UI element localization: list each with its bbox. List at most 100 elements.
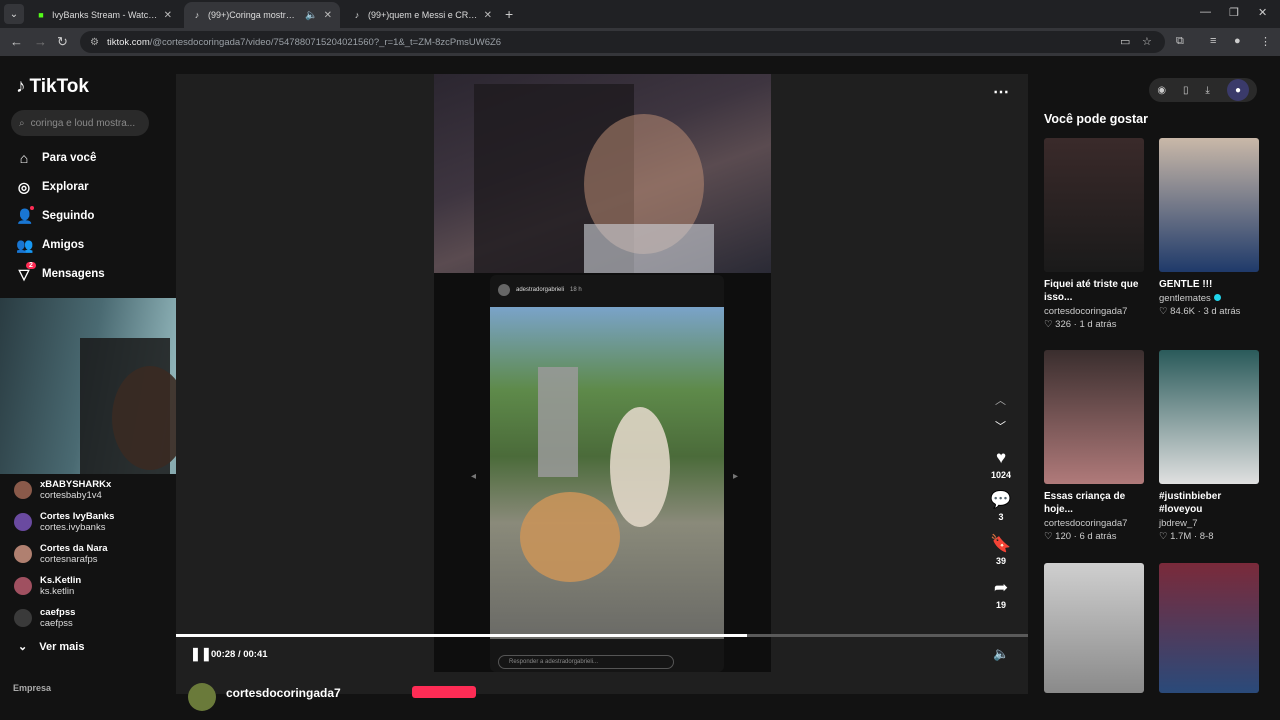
browser-tab-2[interactable]: ♪ (99+)Coringa mostrando o 🔈 ✕ bbox=[184, 2, 340, 28]
menu-item-explorar[interactable]: ◎ Explorar bbox=[16, 177, 89, 197]
recommendation-card[interactable]: #justinbieber #loveyou jbdrew_7 ♡ 1.7M ·… bbox=[1159, 350, 1259, 542]
browser-tab-bar: ⌄ ■ IvyBanks Stream - Watch Live o ✕ ♪ (… bbox=[0, 0, 1280, 28]
footer-empresa-link[interactable]: Empresa bbox=[13, 683, 51, 693]
video-thumbnail[interactable] bbox=[1044, 563, 1144, 693]
pause-icon[interactable]: ❚❚ bbox=[190, 646, 212, 662]
followed-account[interactable]: Ks.Ketlin ks.ketlin bbox=[14, 572, 81, 600]
progress-bar[interactable] bbox=[176, 634, 1028, 637]
card-author: gentlemates bbox=[1159, 293, 1211, 304]
account-name: xBABYSHARKx bbox=[40, 479, 112, 490]
followed-account[interactable]: Cortes da Nara cortesnarafps bbox=[14, 540, 108, 568]
recommendation-card[interactable]: Fiquei até triste que isso... cortesdoco… bbox=[1044, 138, 1144, 330]
see-more-button[interactable]: ⌄ Ver mais bbox=[18, 640, 84, 654]
card-author[interactable]: jbdrew_7 bbox=[1159, 518, 1259, 529]
avatar bbox=[14, 609, 32, 627]
avatar[interactable] bbox=[188, 683, 216, 711]
card-likes: 120 bbox=[1055, 531, 1072, 542]
back-icon[interactable]: ← bbox=[10, 34, 23, 49]
forward-icon[interactable]: → bbox=[34, 34, 47, 49]
video-thumbnail[interactable] bbox=[1159, 350, 1259, 484]
story-header: adestradorgabrieli 18 h bbox=[490, 275, 724, 305]
device-icon[interactable]: ▯ bbox=[1183, 85, 1189, 96]
followed-account[interactable]: Cortes IvyBanks cortes.ivybanks bbox=[14, 508, 114, 536]
following-icon: 👤 bbox=[16, 205, 34, 224]
coins-icon[interactable]: ◉ bbox=[1157, 85, 1166, 96]
tiktok-logo[interactable]: ♪ TikTok bbox=[16, 76, 89, 98]
card-author[interactable]: cortesdocoringada7 bbox=[1044, 306, 1144, 317]
volume-icon[interactable]: 🔈 bbox=[993, 646, 1009, 662]
close-tab-icon[interactable]: ✕ bbox=[164, 10, 172, 21]
bookmark-star-icon[interactable]: ☆ bbox=[1142, 35, 1152, 48]
menu-kebab-icon[interactable]: ⋮ bbox=[1260, 35, 1271, 48]
recommendation-card[interactable] bbox=[1159, 563, 1259, 693]
heart-outline-icon: ♡ bbox=[1159, 306, 1168, 317]
save-button[interactable]: 🔖 39 bbox=[985, 534, 1017, 566]
recommendation-card[interactable]: GENTLE !!! gentlemates ♡ 84.6K · 3 d atr… bbox=[1159, 138, 1259, 317]
menu-label: Para você bbox=[42, 152, 97, 164]
new-tab-button[interactable]: + bbox=[505, 6, 513, 22]
card-author[interactable]: cortesdocoringada7 bbox=[1044, 518, 1144, 529]
card-meta: ♡ 120 · 6 d atrás bbox=[1044, 531, 1117, 542]
time-total: 00:41 bbox=[243, 649, 268, 660]
close-tab-icon[interactable]: ✕ bbox=[484, 10, 492, 21]
browser-tab-3[interactable]: ♪ (99+)quem e Messi e CR7 perto ✕ bbox=[344, 2, 500, 28]
site-info-icon[interactable]: ⚙ bbox=[90, 37, 99, 48]
search-placeholder: coringa e loud mostra... bbox=[30, 117, 136, 129]
dogs-video-image bbox=[490, 307, 724, 639]
extensions-icon[interactable]: ⧉ bbox=[1176, 35, 1184, 48]
account-handle: ks.ketlin bbox=[40, 586, 75, 597]
restore-icon[interactable]: ❐ bbox=[1229, 6, 1239, 19]
tab-title: (99+)Coringa mostrando o bbox=[208, 10, 299, 20]
menu-item-seguindo[interactable]: 👤 Seguindo bbox=[16, 205, 94, 226]
download-icon[interactable]: ⤓ bbox=[1205, 85, 1209, 96]
card-title[interactable]: GENTLE !!! bbox=[1159, 278, 1259, 291]
avatar bbox=[14, 513, 32, 531]
profile-avatar-icon[interactable]: ● bbox=[1234, 35, 1241, 47]
card-title[interactable]: #justinbieber #loveyou bbox=[1159, 490, 1259, 516]
followed-account[interactable]: caefpss caefpss bbox=[14, 604, 75, 632]
like-count: 1024 bbox=[990, 470, 1012, 480]
menu-label: Amigos bbox=[42, 239, 85, 251]
search-input[interactable]: ⌕ coringa e loud mostra... bbox=[11, 110, 149, 136]
menu-item-mensagens[interactable]: ▽ 2 Mensagens bbox=[16, 261, 105, 284]
next-arrow-icon[interactable]: ▸ bbox=[733, 471, 738, 482]
prev-arrow-icon[interactable]: ◂ bbox=[471, 471, 476, 482]
share-button[interactable]: ➦ 19 bbox=[985, 578, 1017, 610]
address-toolbar: ← → ↻ ⚙ tiktok.com/@cortesdocoringada7/v… bbox=[0, 28, 1280, 56]
video-frame[interactable]: adestradorgabrieli 18 h Responder a ades… bbox=[434, 74, 771, 672]
follow-button[interactable] bbox=[412, 686, 476, 698]
more-options-icon[interactable]: ⋯ bbox=[993, 82, 1009, 102]
video-thumbnail[interactable] bbox=[1044, 138, 1144, 272]
recommendation-card[interactable] bbox=[1044, 563, 1144, 693]
comment-button[interactable]: 💬 3 bbox=[985, 490, 1017, 522]
address-bar[interactable]: ⚙ tiktok.com/@cortesdocoringada7/video/7… bbox=[80, 31, 1165, 53]
user-avatar[interactable]: ● bbox=[1227, 79, 1249, 101]
cast-icon[interactable]: ▭ bbox=[1120, 35, 1130, 48]
menu-item-para-voce[interactable]: ⌂ Para você bbox=[16, 148, 97, 168]
author-name[interactable]: cortesdocoringada7 bbox=[226, 686, 341, 700]
menu-item-amigos[interactable]: 👥 Amigos bbox=[16, 235, 84, 255]
reload-icon[interactable]: ↻ bbox=[57, 34, 68, 50]
video-thumbnail[interactable] bbox=[1159, 563, 1259, 693]
close-window-icon[interactable]: ✕ bbox=[1258, 6, 1267, 19]
recommendation-card[interactable]: Essas criança de hoje... cortesdocoringa… bbox=[1044, 350, 1144, 542]
card-title[interactable]: Essas criança de hoje... bbox=[1044, 490, 1144, 516]
card-title[interactable]: Fiquei até triste que isso... bbox=[1044, 278, 1144, 304]
like-button[interactable]: ♥ 1024 bbox=[985, 448, 1017, 480]
followed-account[interactable]: xBABYSHARKx cortesbaby1v4 bbox=[14, 476, 111, 504]
tab-search-chevron-icon[interactable]: ⌄ bbox=[4, 4, 24, 24]
tab-title: (99+)quem e Messi e CR7 perto bbox=[368, 10, 478, 20]
card-author-row[interactable]: gentlemates bbox=[1159, 293, 1259, 304]
home-icon: ⌂ bbox=[19, 150, 29, 166]
video-thumbnail[interactable] bbox=[1159, 138, 1259, 272]
browser-tab-1[interactable]: ■ IvyBanks Stream - Watch Live o ✕ bbox=[28, 2, 180, 28]
close-tab-icon[interactable]: ✕ bbox=[324, 10, 332, 21]
card-meta: ♡ 326 · 1 d atrás bbox=[1044, 319, 1117, 330]
chevron-up-icon[interactable]: ︿ bbox=[995, 392, 1006, 408]
chevron-down-icon[interactable]: ﹀ bbox=[995, 418, 1006, 434]
minimize-icon[interactable]: — bbox=[1200, 6, 1211, 18]
card-age: 6 d atrás bbox=[1079, 531, 1117, 542]
media-icon[interactable]: ≡ bbox=[1210, 35, 1216, 47]
video-thumbnail[interactable] bbox=[1044, 350, 1144, 484]
speaker-icon[interactable]: 🔈 bbox=[305, 10, 317, 21]
